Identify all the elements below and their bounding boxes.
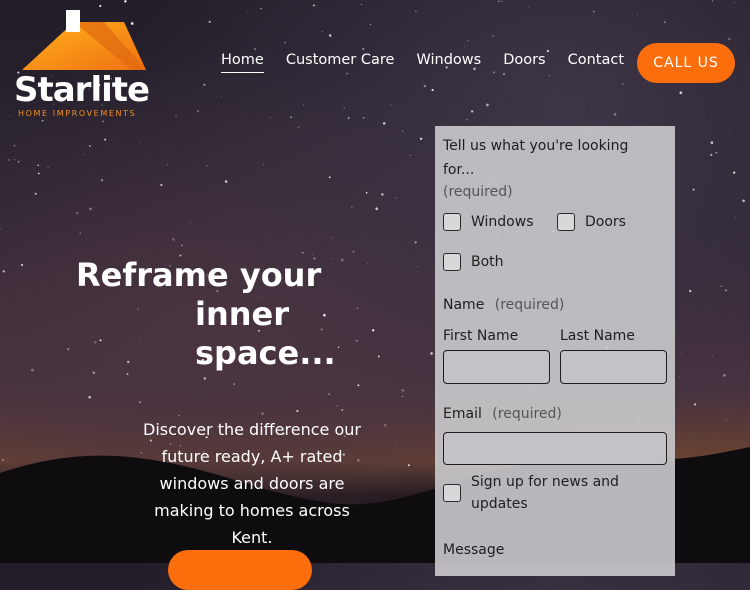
main-nav: Home Customer Care Windows Doors Contact [221, 52, 646, 73]
hero-title-line: Reframe your [76, 256, 322, 294]
required-hint: (required) [494, 297, 565, 313]
newsletter-checkbox[interactable] [443, 484, 461, 502]
required-hint: (required) [443, 184, 513, 200]
question-label: Tell us what you're looking for... [443, 138, 629, 178]
hero-title-line: space... [195, 334, 336, 372]
logo-tagline: HOME IMPROVEMENTS [18, 109, 137, 118]
newsletter-label: Sign up for news and updates [471, 474, 619, 512]
doors-checkbox[interactable] [557, 213, 575, 231]
hero-title-line: inner [195, 295, 290, 333]
nav-windows[interactable]: Windows [416, 52, 481, 73]
required-hint: (required) [492, 406, 562, 422]
first-name-input[interactable] [443, 350, 550, 384]
nav-contact[interactable]: Contact [568, 52, 624, 73]
windows-checkbox[interactable] [443, 213, 461, 231]
last-name-label: Last Name [560, 328, 635, 344]
windows-option-label: Windows [471, 214, 534, 230]
message-label: Message [443, 542, 505, 558]
nav-home[interactable]: Home [221, 52, 264, 73]
email-label: Email [443, 406, 482, 422]
doors-option-label: Doors [585, 214, 626, 230]
hero-title: Reframe your inner space... [76, 256, 336, 373]
name-label: Name [443, 297, 485, 313]
hero-cta-button[interactable] [168, 550, 312, 590]
last-name-input[interactable] [560, 350, 667, 384]
form-question: Tell us what you're looking for... (requ… [443, 134, 663, 202]
logo-wordmark: Starlite [14, 70, 150, 110]
both-option-label: Both [471, 254, 504, 270]
name-section-label: Name (required) [443, 297, 564, 313]
email-input[interactable] [443, 432, 667, 465]
nav-doors[interactable]: Doors [503, 52, 545, 73]
logo[interactable]: Starlite HOME IMPROVEMENTS [14, 8, 154, 120]
first-name-label: First Name [443, 328, 519, 344]
hero-description: Discover the difference our future ready… [143, 420, 361, 547]
call-us-button[interactable]: CALL US [637, 43, 735, 83]
nav-customer-care[interactable]: Customer Care [286, 52, 395, 73]
enquiry-form: Tell us what you're looking for... (requ… [435, 126, 675, 576]
roof-icon [22, 10, 146, 70]
both-checkbox[interactable] [443, 253, 461, 271]
email-section-label: Email (required) [443, 406, 562, 422]
